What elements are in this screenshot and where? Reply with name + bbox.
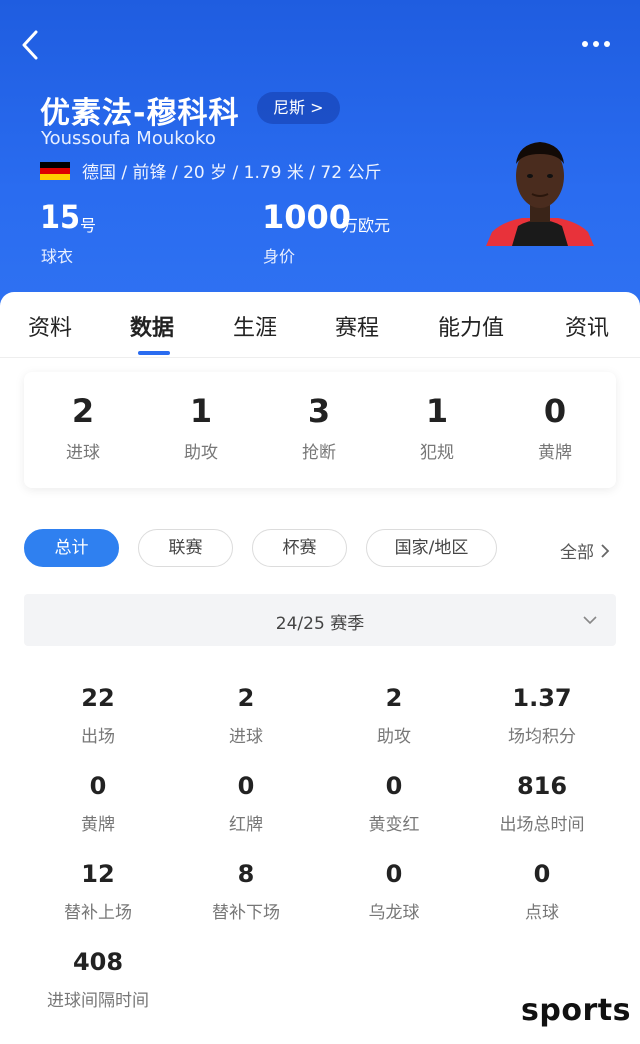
jersey-number: 15 <box>40 198 81 236</box>
tab-ability[interactable]: 能力值 <box>438 310 504 342</box>
stat-label: 出场总时间 <box>499 815 585 835</box>
market-value-label: 身价 <box>263 247 296 266</box>
summary-label: 黄牌 <box>538 443 572 463</box>
player-name: 优素法-穆科科 <box>40 96 240 131</box>
more-icon[interactable] <box>582 34 616 54</box>
filter-league[interactable]: 联赛 <box>138 529 233 567</box>
jersey-label: 球衣 <box>41 247 74 266</box>
player-english-name: Youssoufa Moukoko <box>41 128 216 149</box>
tab-career[interactable]: 生涯 <box>233 310 277 342</box>
stat-item: 2 助攻 <box>320 684 468 747</box>
stat-value: 1.37 <box>512 684 572 712</box>
summary-label: 助攻 <box>184 443 218 463</box>
filter-all-button[interactable]: 全部 <box>560 538 610 563</box>
stat-item: 12 替补上场 <box>24 860 172 923</box>
tab-news[interactable]: 资讯 <box>565 310 609 342</box>
stat-label: 点球 <box>525 903 559 923</box>
stat-label: 助攻 <box>377 727 411 747</box>
stat-value: 0 <box>237 772 255 800</box>
stat-value: 2 <box>237 684 255 712</box>
club-link[interactable]: 尼斯 > <box>257 92 340 124</box>
active-tab-indicator <box>138 351 170 355</box>
stat-label: 替补上场 <box>64 903 132 923</box>
stat-item: 0 黄牌 <box>24 772 172 835</box>
stat-item: 8 替补下场 <box>172 860 320 923</box>
stat-item: 0 黄变红 <box>320 772 468 835</box>
tab-schedule[interactable]: 赛程 <box>335 310 379 342</box>
stat-item: 0 红牌 <box>172 772 320 835</box>
flag-stripe-gold <box>40 173 70 180</box>
tab-bar: 资料 数据 生涯 赛程 能力值 资讯 <box>0 292 640 358</box>
summary-label: 进球 <box>66 443 100 463</box>
season-label: 24/25 赛季 <box>275 614 365 634</box>
summary-label: 犯规 <box>420 443 454 463</box>
stat-item: 0 点球 <box>468 860 616 923</box>
stat-value: 8 <box>237 860 255 888</box>
jersey-unit: 号 <box>80 216 97 235</box>
stat-item: 408 进球间隔时间 <box>24 948 172 1011</box>
stat-item: 1.37 场均积分 <box>468 684 616 747</box>
summary-item: 3 抢断 <box>260 392 378 463</box>
stat-value: 0 <box>385 860 403 888</box>
stat-value: 0 <box>533 860 551 888</box>
stat-item: 0 乌龙球 <box>320 860 468 923</box>
summary-value: 2 <box>71 392 95 430</box>
stat-label: 进球 <box>229 727 263 747</box>
player-info-row: 德国 / 前锋 / 20 岁 / 1.79 米 / 72 公斤 <box>40 158 381 183</box>
tab-stats[interactable]: 数据 <box>130 310 174 342</box>
stat-item: 816 出场总时间 <box>468 772 616 835</box>
recent-summary-card: 2 进球 1 助攻 3 抢断 1 犯规 0 黄牌 <box>24 372 616 488</box>
summary-value: 1 <box>189 392 213 430</box>
stat-item: 22 出场 <box>24 684 172 747</box>
stat-value: 12 <box>81 860 115 888</box>
stat-label: 黄变红 <box>368 815 420 835</box>
filter-cup[interactable]: 杯赛 <box>252 529 347 567</box>
stat-label: 场均积分 <box>508 727 576 747</box>
summary-item: 1 犯规 <box>378 392 496 463</box>
sports-watermark: sports <box>521 993 631 1028</box>
stat-label: 替补下场 <box>212 903 280 923</box>
summary-label: 抢断 <box>302 443 336 463</box>
summary-value: 0 <box>543 392 567 430</box>
stat-value: 816 <box>516 772 568 800</box>
season-selector[interactable]: 24/25 赛季 <box>24 594 616 646</box>
filter-all-label: 全部 <box>560 543 594 563</box>
stat-value: 0 <box>89 772 107 800</box>
player-photo <box>482 130 598 246</box>
market-value: 1000 <box>262 198 352 236</box>
stat-value: 22 <box>81 684 115 712</box>
filter-total[interactable]: 总计 <box>24 529 119 567</box>
stat-label: 红牌 <box>229 815 263 835</box>
stat-label: 出场 <box>81 727 115 747</box>
chevron-down-icon <box>583 616 597 625</box>
player-header: 优素法-穆科科 尼斯 > Youssoufa Moukoko 德国 / 前锋 /… <box>0 0 640 320</box>
germany-flag-icon <box>40 161 70 180</box>
summary-item: 1 助攻 <box>142 392 260 463</box>
market-value-unit: 万欧元 <box>342 216 391 235</box>
stat-value: 2 <box>385 684 403 712</box>
tab-profile[interactable]: 资料 <box>28 310 72 342</box>
player-info-text: 德国 / 前锋 / 20 岁 / 1.79 米 / 72 公斤 <box>82 163 382 183</box>
stat-item: 2 进球 <box>172 684 320 747</box>
stat-label: 进球间隔时间 <box>47 991 149 1011</box>
filter-national[interactable]: 国家/地区 <box>366 529 497 567</box>
summary-value: 1 <box>425 392 449 430</box>
stat-label: 乌龙球 <box>368 903 420 923</box>
summary-item: 0 黄牌 <box>496 392 614 463</box>
summary-item: 2 进球 <box>24 392 142 463</box>
stat-label: 黄牌 <box>81 815 115 835</box>
stat-value: 0 <box>385 772 403 800</box>
summary-value: 3 <box>307 392 331 430</box>
stat-value: 408 <box>72 948 124 976</box>
chevron-right-icon <box>601 543 610 558</box>
back-arrow-icon[interactable] <box>18 28 48 62</box>
